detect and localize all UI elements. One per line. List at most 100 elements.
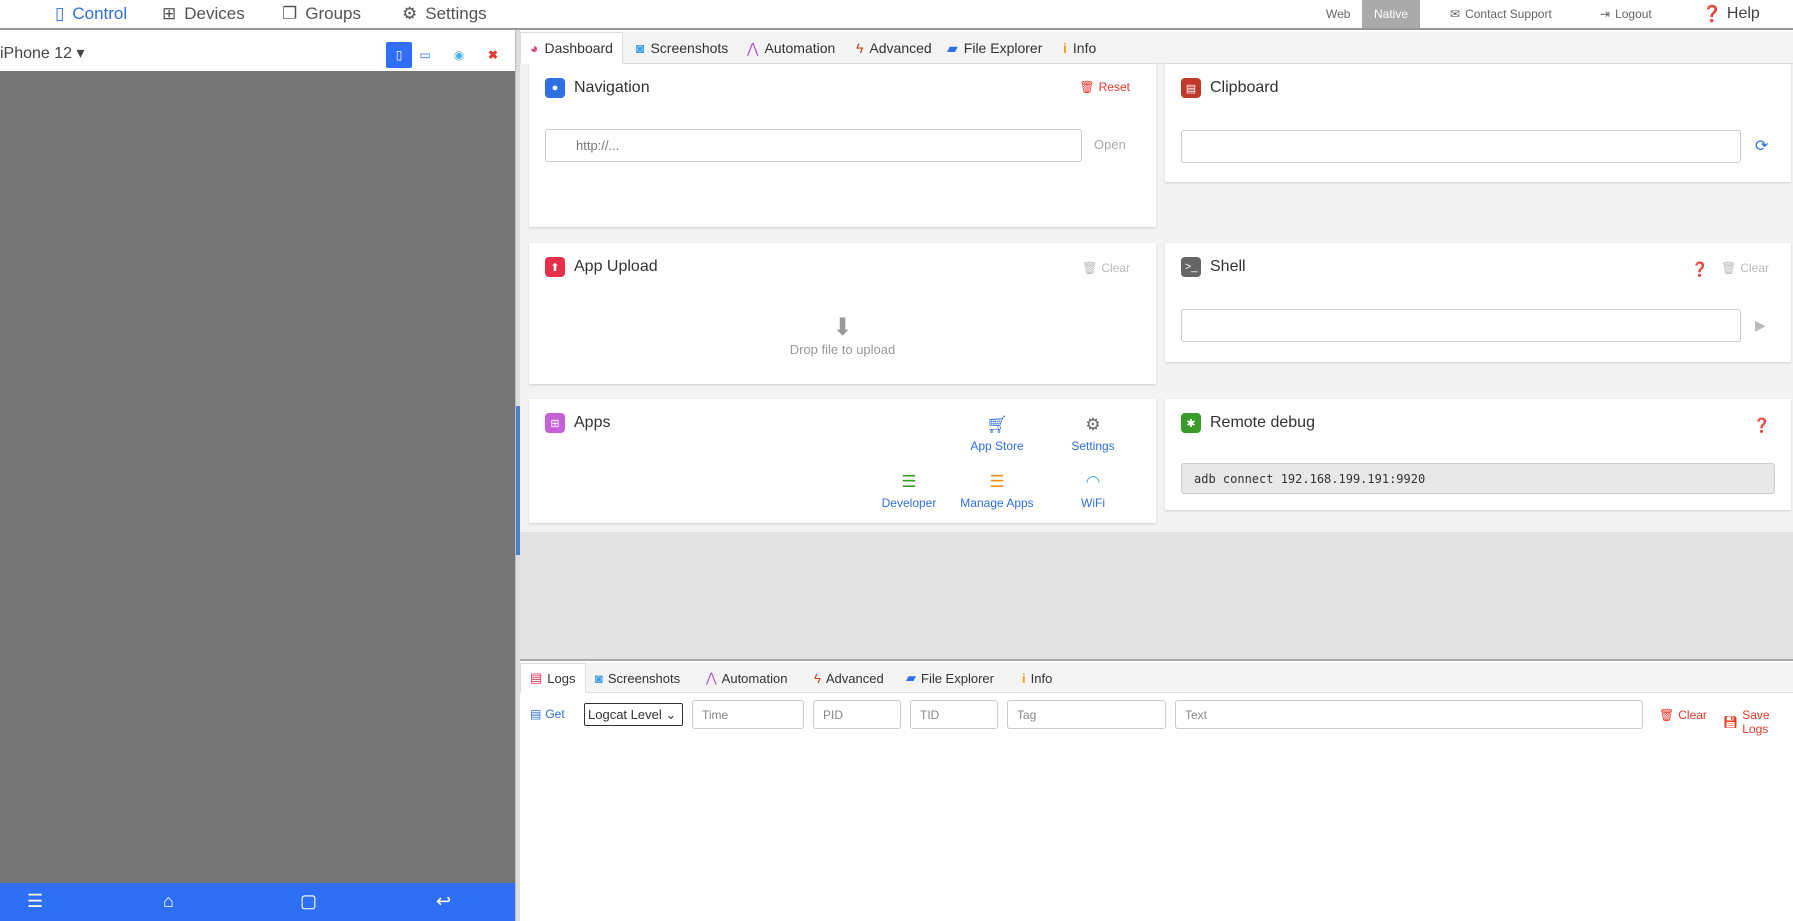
back-icon[interactable]: ↩ bbox=[436, 891, 451, 912]
menu-icon[interactable]: ☰ bbox=[27, 891, 43, 912]
cart-icon: 🛒︎ bbox=[986, 415, 1008, 434]
tab-logs-screenshots[interactable]: ◙ Screenshots bbox=[586, 663, 689, 693]
get-logs-button[interactable]: ▤ Get bbox=[530, 707, 565, 721]
tab-file-explorer[interactable]: ▰ File Explorer bbox=[938, 32, 1051, 64]
refresh-icon: ⟳ bbox=[1755, 138, 1769, 155]
trash-icon: 🗑 bbox=[1721, 261, 1737, 275]
mobile-icon: ▯ bbox=[55, 4, 65, 23]
clear-logs-button[interactable]: 🗑 Clear bbox=[1659, 708, 1707, 722]
wifi-button[interactable]: ◠ WiFi bbox=[1043, 472, 1143, 510]
manage-apps-button[interactable]: ☰ Manage Apps bbox=[947, 472, 1047, 510]
time-filter[interactable]: Time bbox=[692, 700, 804, 729]
navigation-card: ● Navigation 🗑 Reset http://... Open bbox=[529, 64, 1156, 227]
device-selector[interactable]: iPhone 12 ▾ bbox=[0, 43, 85, 63]
view-button[interactable]: ◉ bbox=[446, 42, 472, 68]
tab-dashboard[interactable]: ◕ Dashboard bbox=[520, 32, 623, 64]
native-toggle[interactable]: Native bbox=[1362, 0, 1421, 28]
device-screen[interactable] bbox=[0, 71, 515, 883]
tab-logs[interactable]: ▤ Logs bbox=[520, 663, 586, 693]
question-circle-icon: ❓ bbox=[1691, 261, 1709, 277]
trash-icon: 🗑 bbox=[1079, 80, 1095, 94]
bolt-icon: ϟ bbox=[856, 40, 864, 56]
camera-icon: ◙ bbox=[595, 670, 603, 686]
landscape-button[interactable]: ▭ bbox=[412, 42, 438, 68]
gear-icon: ⚙ bbox=[1085, 415, 1101, 434]
save-logs-button[interactable]: 💾︎ Save Logs bbox=[1723, 708, 1793, 736]
top-nav: ▯ Control ⊞ Devices ❐ Groups ⚙ Settings Web … bbox=[0, 0, 1793, 30]
contact-support-link[interactable]: ✉ Contact Support bbox=[1450, 0, 1552, 28]
nav-devices[interactable]: ⊞ Devices bbox=[162, 0, 245, 28]
nav-control[interactable]: ▯ Control bbox=[55, 0, 127, 28]
web-toggle[interactable]: Web bbox=[1326, 0, 1350, 28]
list-icon: ☰ bbox=[989, 472, 1005, 491]
shell-clear-button[interactable]: 🗑 Clear bbox=[1721, 261, 1769, 275]
tag-filter[interactable]: Tag bbox=[1007, 700, 1166, 729]
drop-zone[interactable]: ⬇ Drop file to upload bbox=[529, 313, 1156, 357]
nav-settings[interactable]: ⚙ Settings bbox=[402, 0, 487, 28]
device-controls: ☰ ⌂ ▢ ↩ bbox=[0, 883, 515, 921]
upload-icon: ⬆ bbox=[545, 257, 565, 277]
dashboard-empty-area bbox=[520, 532, 1793, 653]
grid-icon: ⊞ bbox=[545, 413, 565, 433]
tab-logs-file-explorer[interactable]: ▰ File Explorer bbox=[897, 663, 1003, 693]
nav-groups[interactable]: ❐ Groups bbox=[282, 0, 361, 28]
home-icon[interactable]: ⌂ bbox=[163, 891, 174, 912]
sign-out-icon: ⇥ bbox=[1600, 7, 1611, 21]
square-icon[interactable]: ▢ bbox=[300, 891, 317, 912]
bolt-icon: ϟ bbox=[814, 670, 821, 686]
tab-logs-automation[interactable]: ⋀ Automation bbox=[697, 663, 796, 693]
logs-splitter[interactable] bbox=[520, 653, 1793, 661]
tab-advanced[interactable]: ϟ Advanced bbox=[847, 32, 941, 64]
url-input[interactable]: http://... bbox=[545, 129, 1082, 162]
info-icon: i bbox=[1022, 670, 1026, 686]
portrait-button[interactable]: ▯ bbox=[386, 42, 412, 68]
tab-info[interactable]: i Info bbox=[1054, 32, 1105, 64]
dashboard: ● Navigation 🗑 Reset http://... Open ▤ Clip… bbox=[520, 64, 1793, 532]
logout-link[interactable]: ⇥ Logout bbox=[1600, 0, 1652, 28]
paste-icon: ▤ bbox=[1181, 78, 1201, 98]
reset-button[interactable]: 🗑 Reset bbox=[1079, 80, 1130, 94]
open-button[interactable]: Open bbox=[1094, 137, 1126, 152]
list-alt-icon: ▤ bbox=[530, 670, 543, 685]
shell-input[interactable] bbox=[1181, 309, 1741, 342]
cogs-icon: ⚙ bbox=[402, 4, 418, 23]
info-icon: i bbox=[1063, 40, 1067, 56]
envelope-icon: ✉ bbox=[1450, 7, 1461, 21]
upload-clear-button[interactable]: 🗑 Clear bbox=[1082, 261, 1130, 275]
refresh-button[interactable]: ⟳ bbox=[1755, 136, 1768, 156]
clone-icon: ❐ bbox=[282, 4, 298, 23]
shell-help-button[interactable]: ❓ bbox=[1691, 261, 1708, 278]
close-button[interactable]: ✖ bbox=[480, 42, 506, 68]
road-icon: ⋀ bbox=[747, 39, 759, 56]
close-icon: ✖ bbox=[487, 48, 499, 62]
logcat-level-select[interactable]: Logcat Level ⌄ bbox=[584, 703, 683, 726]
tab-logs-info[interactable]: i Info bbox=[1013, 663, 1061, 693]
camera-icon: ◙ bbox=[636, 40, 645, 56]
app-store-button[interactable]: 🛒︎ App Store bbox=[947, 415, 1047, 453]
remote-help-button[interactable]: ❓ bbox=[1753, 417, 1770, 434]
adb-command[interactable]: adb connect 192.168.199.191:9920 bbox=[1181, 463, 1775, 494]
main-panel: ◕ Dashboard ◙ Screenshots ⋀ Automation ϟ Adv… bbox=[520, 30, 1793, 921]
wifi-icon: ◠ bbox=[1085, 472, 1101, 491]
sliders-icon: ☰ bbox=[901, 472, 917, 491]
tab-logs-advanced[interactable]: ϟ Advanced bbox=[805, 663, 893, 693]
pid-filter[interactable]: PID bbox=[813, 700, 901, 729]
settings-button[interactable]: ⚙ Settings bbox=[1043, 415, 1143, 453]
sitemap-icon: ⊞ bbox=[162, 4, 177, 23]
developer-button[interactable]: ☰ Developer bbox=[859, 472, 959, 510]
clipboard-card: ▤ Clipboard ⟳ bbox=[1165, 64, 1791, 182]
shell-card: >_ Shell ❓ 🗑 Clear ▶ bbox=[1165, 243, 1791, 362]
question-circle-icon: ❓ bbox=[1702, 6, 1722, 23]
run-button[interactable]: ▶ bbox=[1755, 317, 1766, 334]
trash-icon: 🗑 bbox=[1082, 261, 1098, 275]
tab-automation[interactable]: ⋀ Automation bbox=[738, 32, 844, 64]
tab-screenshots[interactable]: ◙ Screenshots bbox=[627, 32, 737, 64]
text-filter[interactable]: Text bbox=[1175, 700, 1643, 729]
folder-icon: ▰ bbox=[947, 39, 958, 56]
remote-debug-card: ✱ Remote debug ❓ adb connect 192.168.199.… bbox=[1165, 399, 1791, 510]
device-header: iPhone 12 ▾ ▯ ▭ ◉ ✖ bbox=[0, 34, 515, 71]
tid-filter[interactable]: TID bbox=[910, 700, 998, 729]
clipboard-input[interactable] bbox=[1181, 130, 1741, 163]
help-link[interactable]: ❓ Help bbox=[1702, 0, 1760, 28]
trash-icon: 🗑 bbox=[1659, 708, 1675, 722]
